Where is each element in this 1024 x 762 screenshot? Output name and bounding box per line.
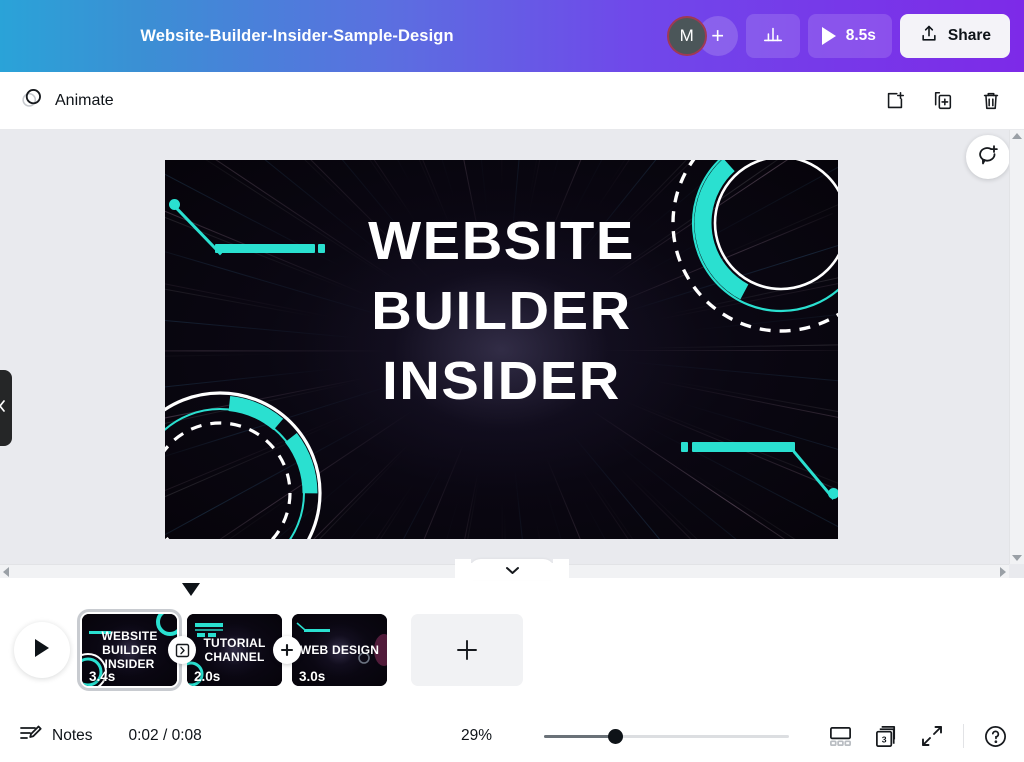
accent-bar-bottom-right-tick xyxy=(681,442,688,452)
notes-label: Notes xyxy=(52,727,93,744)
zoom-slider[interactable] xyxy=(544,727,789,745)
design-canvas-page[interactable]: WEBSITE BUILDER INSIDER xyxy=(165,160,838,539)
scroll-up-arrow-icon[interactable] xyxy=(1012,133,1022,139)
plus-icon xyxy=(457,640,477,660)
collaborators-group: M + xyxy=(666,16,738,56)
canvas-vertical-scrollbar[interactable] xyxy=(1009,130,1024,564)
play-icon xyxy=(821,27,836,45)
headline-line-3: INSIDER xyxy=(382,351,621,411)
pages-strip: WEBSITE BUILDER INSIDER 3.4s TUTORIAL CH… xyxy=(77,609,523,691)
animate-icon xyxy=(20,86,44,115)
share-button[interactable]: Share xyxy=(899,14,1010,58)
zoom-level-label: 29% xyxy=(460,727,492,744)
timeline-panel: WEBSITE BUILDER INSIDER 3.4s TUTORIAL CH… xyxy=(0,559,1024,710)
canvas-area[interactable]: WEBSITE BUILDER INSIDER xyxy=(0,130,1024,578)
timeline-view-button[interactable] xyxy=(825,721,855,751)
chevron-left-icon xyxy=(0,399,7,418)
notes-icon xyxy=(18,722,42,751)
animate-label: Animate xyxy=(55,91,114,109)
headline-line-2: BUILDER xyxy=(371,281,632,341)
timeline-play-button[interactable] xyxy=(14,622,70,678)
avatar[interactable]: M xyxy=(666,16,707,56)
animate-button[interactable]: Animate xyxy=(14,82,120,120)
play-icon xyxy=(32,637,52,664)
delete-page-button[interactable] xyxy=(972,82,1010,120)
page-thumbnail-2[interactable]: TUTORIAL CHANNEL 2.0s xyxy=(187,614,282,686)
page-title-3: WEB DESIGN xyxy=(299,643,380,657)
status-bar: Notes 0:02 / 0:08 29% 3 xyxy=(0,710,1024,762)
timeline-collapse-button[interactable] xyxy=(455,559,569,580)
page-title-2: TUTORIAL CHANNEL xyxy=(203,636,266,664)
preview-play-button[interactable]: 8.5s xyxy=(807,14,892,58)
sidebar-collapse-tab[interactable] xyxy=(0,370,12,446)
page-thumbnail-1[interactable]: WEBSITE BUILDER INSIDER 3.4s xyxy=(77,609,182,691)
bar-chart-icon xyxy=(762,23,784,50)
page-thumbnail-3[interactable]: WEB DESIGN 3.0s xyxy=(292,614,387,686)
add-page-tile[interactable] xyxy=(411,614,523,686)
playhead-marker[interactable] xyxy=(182,583,200,596)
scroll-left-arrow-icon[interactable] xyxy=(3,566,9,577)
page-count-label: 3 xyxy=(881,734,886,744)
total-duration-label: 8.5s xyxy=(845,27,876,44)
chevron-down-icon xyxy=(505,562,520,580)
playback-time-label: 0:02 / 0:08 xyxy=(128,727,202,744)
page-duration-3: 3.0s xyxy=(299,669,326,684)
design-headline[interactable]: WEBSITE BUILDER INSIDER xyxy=(165,206,838,416)
scroll-down-arrow-icon[interactable] xyxy=(1012,555,1022,561)
notes-button[interactable]: Notes xyxy=(18,722,93,751)
page-duration-2: 2.0s xyxy=(194,669,221,684)
headline-line-1: WEBSITE xyxy=(368,211,635,271)
status-bar-actions: 3 xyxy=(825,721,1010,751)
canva-editor-window: Website-Builder-Insider-Sample-Design M … xyxy=(0,0,1024,762)
accent-bar-bottom-right xyxy=(692,442,795,452)
accent-dot-bottom-right xyxy=(828,488,838,499)
fullscreen-button[interactable] xyxy=(917,721,947,751)
zoom-slider-knob[interactable] xyxy=(608,728,624,744)
top-bar-actions: M + 8.5s Share xyxy=(666,14,1024,58)
page-title-1: WEBSITE BUILDER INSIDER xyxy=(101,629,158,671)
status-bar-divider xyxy=(963,724,964,748)
page-duration-1: 3.4s xyxy=(89,669,116,684)
share-label: Share xyxy=(947,27,991,44)
transition-button-2[interactable] xyxy=(273,636,301,664)
add-page-button[interactable] xyxy=(876,82,914,120)
page-actions xyxy=(876,82,1010,120)
insights-button[interactable] xyxy=(745,14,800,58)
scroll-right-arrow-icon[interactable] xyxy=(1000,566,1006,577)
add-comment-button[interactable] xyxy=(966,135,1010,179)
context-toolbar: Animate xyxy=(0,72,1024,130)
share-upload-icon xyxy=(919,24,939,49)
help-button[interactable] xyxy=(980,721,1010,751)
transition-button-1[interactable] xyxy=(168,636,196,664)
duplicate-page-button[interactable] xyxy=(924,82,962,120)
zoom-slider-fill xyxy=(544,734,616,738)
grid-view-button[interactable]: 3 xyxy=(871,721,901,751)
top-bar: Website-Builder-Insider-Sample-Design M … xyxy=(0,0,1024,72)
comment-plus-icon xyxy=(976,143,1000,172)
